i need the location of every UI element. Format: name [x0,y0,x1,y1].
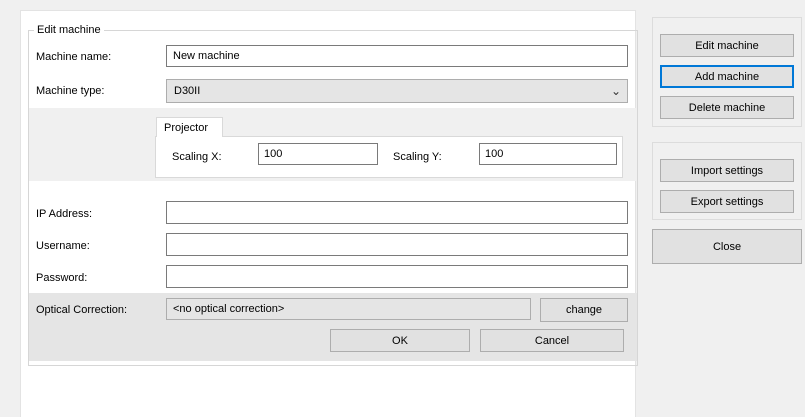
machine-name-label: Machine name: [36,51,112,63]
machine-type-select[interactable]: D30II ⌄ [166,79,628,103]
optical-correction-value: <no optical correction> [173,303,285,315]
tab-projector[interactable]: Projector [156,117,223,137]
close-button[interactable]: Close [652,229,802,264]
cancel-label: Cancel [534,334,570,347]
cancel-button[interactable]: Cancel [480,329,624,352]
machine-name-input[interactable]: New machine [166,45,628,67]
close-label: Close [712,240,742,253]
username-label: Username: [36,240,90,252]
delete-machine-label: Delete machine [688,101,766,114]
edit-machine-button[interactable]: Edit machine [660,34,794,57]
chevron-down-icon: ⌄ [610,84,621,98]
change-optical-correction-button[interactable]: change [540,298,628,322]
export-settings-label: Export settings [690,195,764,208]
group-title: Edit machine [34,23,104,37]
machine-type-label: Machine type: [36,85,105,97]
ip-address-label: IP Address: [36,208,93,220]
optical-correction-field: <no optical correction> [166,298,531,320]
export-settings-button[interactable]: Export settings [660,190,794,213]
password-label: Password: [36,272,88,284]
import-settings-button[interactable]: Import settings [660,159,794,182]
scaling-y-value: 100 [485,148,504,160]
scaling-x-value: 100 [264,148,283,160]
scaling-x-input[interactable]: 100 [258,143,378,165]
add-machine-button[interactable]: Add machine [660,65,794,88]
delete-machine-button[interactable]: Delete machine [660,96,794,119]
tab-projector-label: Projector [164,122,209,134]
edit-machine-label: Edit machine [695,39,759,52]
machine-name-value: New machine [173,50,240,62]
ok-label: OK [392,334,408,347]
import-settings-label: Import settings [690,164,764,177]
add-machine-label: Add machine [694,70,760,83]
scaling-y-input[interactable]: 100 [479,143,617,165]
ip-address-input[interactable] [166,201,628,224]
username-input[interactable] [166,233,628,256]
change-label: change [565,304,603,316]
scaling-x-label: Scaling X: [172,151,222,163]
password-input[interactable] [166,265,628,288]
scaling-y-label: Scaling Y: [393,151,442,163]
ok-button[interactable]: OK [330,329,470,352]
machine-type-value: D30II [174,85,201,97]
optical-correction-label: Optical Correction: [36,304,128,316]
